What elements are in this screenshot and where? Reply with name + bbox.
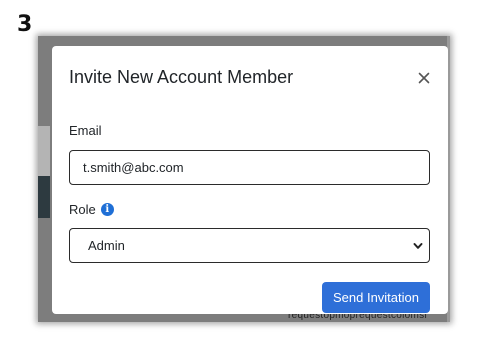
send-invitation-button[interactable]: Send Invitation: [322, 282, 430, 313]
role-selected-value: Admin: [88, 238, 125, 253]
role-select[interactable]: Admin: [69, 228, 430, 263]
email-field[interactable]: [69, 150, 430, 185]
invite-member-modal: Invite New Account Member Email Role i A…: [52, 46, 448, 314]
chevron-down-icon: [413, 243, 423, 249]
close-icon: [418, 72, 430, 84]
step-number: 3: [17, 12, 33, 37]
modal-title: Invite New Account Member: [69, 67, 294, 87]
role-label: Role: [69, 202, 96, 217]
info-icon[interactable]: i: [100, 203, 114, 216]
role-label-row: Role i: [69, 202, 114, 217]
screenshot-frame: requestopmoprequestcolomsi Invite New Ac…: [38, 36, 450, 322]
close-button[interactable]: [412, 66, 436, 90]
email-label: Email: [69, 123, 102, 138]
backdrop-dark-panel: [38, 176, 50, 218]
